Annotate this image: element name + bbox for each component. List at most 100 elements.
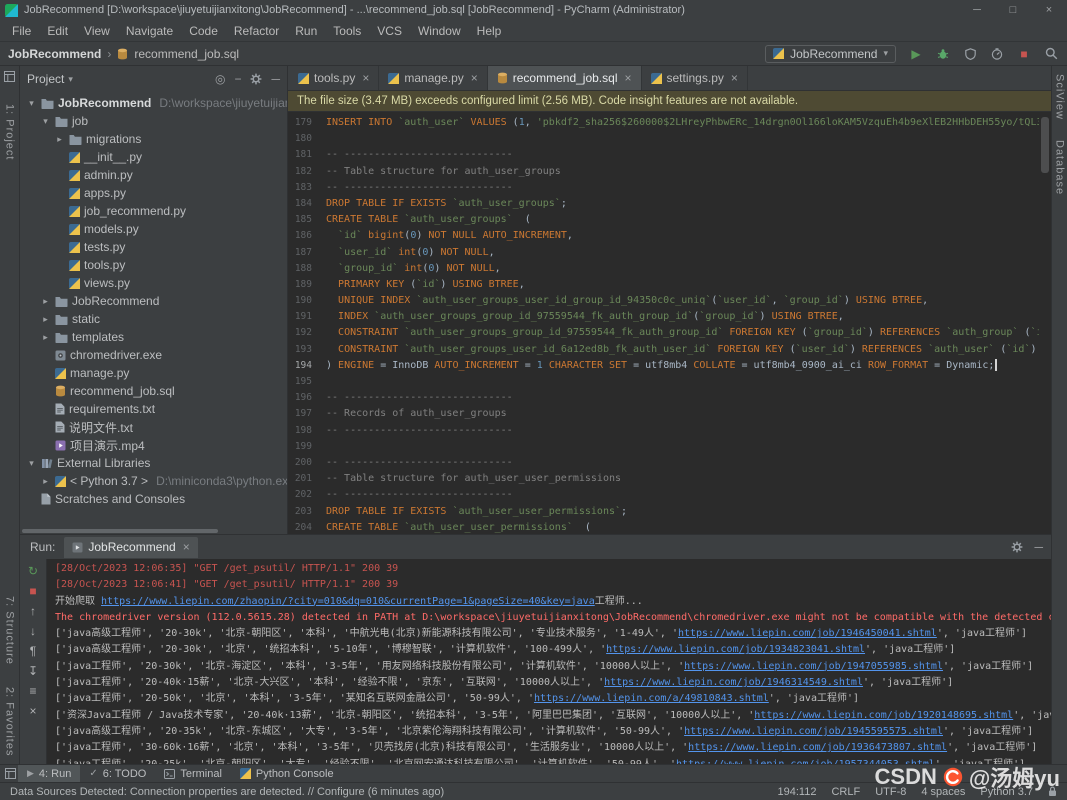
tool-button-6-todo[interactable]: ✓6: TODO [80,765,155,782]
console-link[interactable]: https://www.liepin.com/job/1920148695.sh… [754,710,1013,721]
run-config-select[interactable]: JobRecommend ▾ [765,45,896,63]
menu-file[interactable]: File [4,24,39,38]
tree-item-jobrecommend[interactable]: ▸JobRecommend [20,292,287,310]
tree-item-static[interactable]: ▸static [20,310,287,328]
tree-item-job-recommend-py[interactable]: job_recommend.py [20,202,287,220]
menu-refactor[interactable]: Refactor [226,24,287,38]
project-header-title[interactable]: Project [27,72,64,86]
print-icon[interactable]: ≡ [29,684,36,698]
close-icon[interactable]: × [471,71,478,85]
tree-item-python-3-7[interactable]: ▸< Python 3.7 >D:\miniconda3\python.exe [20,472,287,490]
breadcrumb-jobrecommend[interactable]: JobRecommend [8,47,101,61]
run-tab[interactable]: JobRecommend × [64,537,197,558]
console-link[interactable]: https://www.liepin.com/job/1946314549.sh… [604,677,863,688]
scroll-end-icon[interactable]: ↧ [28,664,38,678]
console-link[interactable]: https://www.liepin.com/zhaopin/?city=010… [101,596,595,607]
tree-item-requirements-txt[interactable]: requirements.txt [20,400,287,418]
toolwindow-switcher-icon[interactable] [5,768,16,779]
close-icon[interactable]: × [624,71,631,85]
tree-item-views-py[interactable]: views.py [20,274,287,292]
menu-help[interactable]: Help [469,24,510,38]
chevron-down-icon[interactable]: ▾ [68,74,73,85]
stop-icon[interactable]: ■ [29,584,36,598]
up-stack-icon[interactable]: ↑ [30,604,36,618]
menu-window[interactable]: Window [410,24,469,38]
tree-item-job[interactable]: ▾job [20,112,287,130]
stop-icon[interactable]: ■ [1016,47,1032,61]
menu-edit[interactable]: Edit [39,24,76,38]
console-link[interactable]: https://www.liepin.com/job/1934823041.sh… [606,644,865,655]
status-message[interactable]: Data Sources Detected: Connection proper… [10,786,444,798]
breadcrumb-recommend-job-sql[interactable]: recommend_job.sql [134,47,239,61]
tool-strip-7-structure[interactable]: 7: Structure [4,596,16,665]
tab-recommend-job-sql[interactable]: recommend_job.sql× [488,66,642,90]
gear-icon[interactable] [1011,541,1023,553]
project-tree[interactable]: ▾JobRecommendD:\workspace\jiuyetuijianxi… [20,92,287,534]
code-editor[interactable]: 179INSERT INTO `auth_user` VALUES (1, 'p… [288,112,1039,534]
tree-item-admin-py[interactable]: admin.py [20,166,287,184]
collapse-icon[interactable]: − [234,72,241,86]
clear-icon[interactable]: × [29,704,36,718]
locate-icon[interactable]: ◎ [215,72,225,86]
tree-item-recommend-job-sql[interactable]: recommend_job.sql [20,382,287,400]
tool-strip-1-project[interactable]: 1: Project [4,104,16,160]
hide-icon[interactable]: ─ [1034,540,1043,554]
tree-item-tests-py[interactable]: tests.py [20,238,287,256]
tree-item-tools-py[interactable]: tools.py [20,256,287,274]
run-icon[interactable]: ▶ [908,47,924,61]
tree-item-templates[interactable]: ▸templates [20,328,287,346]
menu-view[interactable]: View [76,24,118,38]
status-line-separator[interactable]: CRLF [831,786,860,798]
gear-icon[interactable] [250,73,262,85]
tree-item-models-py[interactable]: models.py [20,220,287,238]
tree-item-chromedriver-exe[interactable]: chromedriver.exe [20,346,287,364]
console-link[interactable]: https://www.liepin.com/job/1947055985.sh… [684,661,943,672]
horizontal-scrollbar[interactable] [20,527,287,534]
tab-settings-py[interactable]: settings.py× [642,66,748,90]
tab-tools-py[interactable]: tools.py× [289,66,379,90]
close-button[interactable]: × [1031,0,1067,20]
console-link[interactable]: https://www.liepin.com/job/1945595575.sh… [684,726,943,737]
status-caret-position[interactable]: 194:112 [778,786,817,798]
tool-button-python-console[interactable]: Python Console [231,765,343,782]
close-icon[interactable]: × [362,71,369,85]
console-output[interactable]: [28/Oct/2023 12:06:35] "GET /get_psutil/… [47,559,1051,764]
scrollbar-thumb[interactable] [22,529,218,533]
tree-item-init-py[interactable]: __init__.py [20,148,287,166]
profiler-icon[interactable] [989,48,1005,60]
console-link[interactable]: https://www.liepin.com/job/1946450041.sh… [678,628,937,639]
maximize-button[interactable]: □ [995,0,1031,20]
tool-button-terminal[interactable]: Terminal [155,765,231,782]
tool-strip-database[interactable]: Database [1054,140,1066,195]
console-link[interactable]: https://www.liepin.com/job/1936473807.sh… [688,742,947,753]
close-icon[interactable]: × [183,540,190,554]
tree-item-jobrecommend[interactable]: ▾JobRecommendD:\workspace\jiuyetuijianxi… [20,94,287,112]
tree-item-migrations[interactable]: ▸migrations [20,130,287,148]
menu-vcs[interactable]: VCS [369,24,410,38]
menu-tools[interactable]: Tools [325,24,369,38]
search-icon[interactable] [1043,47,1059,60]
console-link[interactable]: https://www.liepin.com/a/49810843.shtml [534,693,769,704]
tree-item-external-libraries[interactable]: ▾External Libraries [20,454,287,472]
tree-item-manage-py[interactable]: manage.py [20,364,287,382]
editor-scrollbar[interactable] [1039,112,1051,534]
menu-code[interactable]: Code [181,24,226,38]
tree-item-说明文件-txt[interactable]: 说明文件.txt [20,418,287,436]
scrollbar-thumb[interactable] [1041,117,1049,173]
menu-navigate[interactable]: Navigate [118,24,181,38]
debug-icon[interactable] [935,48,951,60]
coverage-icon[interactable] [962,48,978,60]
rerun-icon[interactable]: ↻ [28,564,38,578]
tool-strip-2-favorites[interactable]: 2: Favorites [4,687,16,756]
soft-wrap-icon[interactable]: ¶ [30,644,36,658]
close-icon[interactable]: × [731,71,738,85]
tree-item-项目演示-mp4[interactable]: 项目演示.mp4 [20,436,287,454]
menu-run[interactable]: Run [287,24,325,38]
tool-strip-sciview[interactable]: SciView [1054,74,1066,120]
tree-item-apps-py[interactable]: apps.py [20,184,287,202]
hide-icon[interactable]: ─ [271,72,280,86]
tab-manage-py[interactable]: manage.py× [379,66,487,90]
down-stack-icon[interactable]: ↓ [30,624,36,638]
minimize-button[interactable]: ─ [959,0,995,20]
tool-button-4-run[interactable]: ▶4: Run [18,765,80,782]
